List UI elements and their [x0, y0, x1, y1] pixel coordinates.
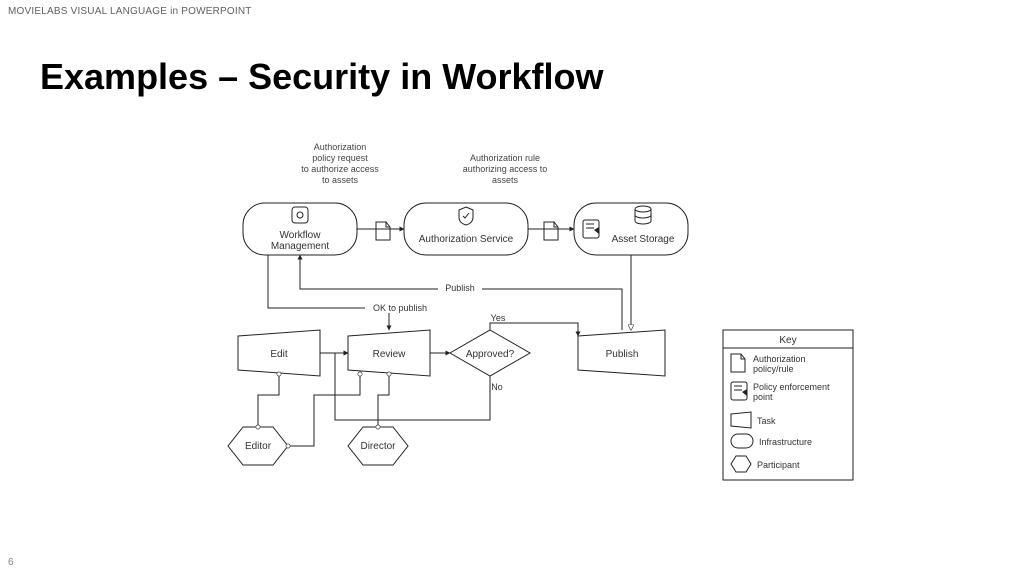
svg-text:policy request: policy request — [312, 153, 368, 163]
shield-check-icon — [459, 207, 473, 225]
legend-title: Key — [779, 335, 796, 346]
svg-text:Editor: Editor — [245, 441, 272, 452]
legend-row-infrastructure: Infrastructure — [731, 434, 812, 448]
node-director: Director — [348, 427, 408, 465]
svg-text:to assets: to assets — [322, 175, 359, 185]
header-small: MOVIELABS VISUAL LANGUAGE in POWERPOINT — [8, 6, 252, 17]
gear-icon — [292, 207, 308, 223]
svg-text:Workflow: Workflow — [280, 230, 322, 241]
node-editor: Editor — [228, 427, 288, 465]
label-no: No — [491, 382, 503, 392]
node-authorization-service: Authorization Service — [404, 203, 528, 255]
legend: Key Authorization policy/rule Policy enf… — [723, 330, 853, 480]
svg-text:policy/rule: policy/rule — [753, 364, 794, 374]
svg-text:Approved?: Approved? — [466, 349, 515, 360]
svg-text:Policy enforcement: Policy enforcement — [753, 382, 830, 392]
svg-text:Authorization: Authorization — [314, 142, 367, 152]
annotation-auth-policy-request: Authorization policy request to authoriz… — [301, 142, 379, 185]
svg-text:Director: Director — [360, 441, 396, 452]
node-edit: Edit — [238, 330, 320, 376]
label-yes: Yes — [491, 313, 506, 323]
svg-text:Infrastructure: Infrastructure — [759, 437, 812, 447]
svg-text:Authorization rule: Authorization rule — [470, 153, 540, 163]
svg-text:Authorization: Authorization — [753, 354, 806, 364]
svg-text:assets: assets — [492, 175, 519, 185]
annotation-auth-rule: Authorization rule authorizing access to… — [463, 153, 548, 185]
label-ok-to-publish: OK to publish — [373, 303, 427, 313]
label-publish: Publish — [445, 283, 475, 293]
edge-editor-to-edit — [258, 374, 279, 427]
svg-text:to authorize access: to authorize access — [301, 164, 379, 174]
edge-director-to-review — [378, 374, 389, 427]
svg-text:Publish: Publish — [606, 349, 639, 360]
node-approved: Approved? — [450, 330, 530, 376]
svg-text:Participant: Participant — [757, 460, 800, 470]
page-number: 6 — [8, 557, 14, 568]
svg-text:Authorization Service: Authorization Service — [419, 234, 514, 245]
svg-text:authorizing access to: authorizing access to — [463, 164, 548, 174]
policy-doc-icon — [376, 222, 390, 240]
page-title: Examples – Security in Workflow — [40, 56, 604, 98]
edge-yes — [490, 323, 578, 336]
pep-icon — [583, 220, 599, 238]
svg-text:Task: Task — [757, 416, 776, 426]
svg-text:Asset Storage: Asset Storage — [612, 234, 675, 245]
svg-text:Edit: Edit — [270, 349, 287, 360]
svg-text:Review: Review — [373, 349, 407, 360]
svg-text:point: point — [753, 392, 773, 402]
policy-doc-icon — [544, 222, 558, 240]
node-workflow-management: Workflow Management — [243, 203, 357, 255]
edge-editor-to-review — [288, 374, 360, 446]
node-publish: Publish — [578, 330, 665, 376]
edge-ok-to-publish — [268, 255, 389, 330]
node-review: Review — [348, 330, 430, 376]
svg-text:Management: Management — [271, 241, 330, 252]
workflow-diagram: Authorization policy request to authoriz… — [0, 130, 1024, 550]
